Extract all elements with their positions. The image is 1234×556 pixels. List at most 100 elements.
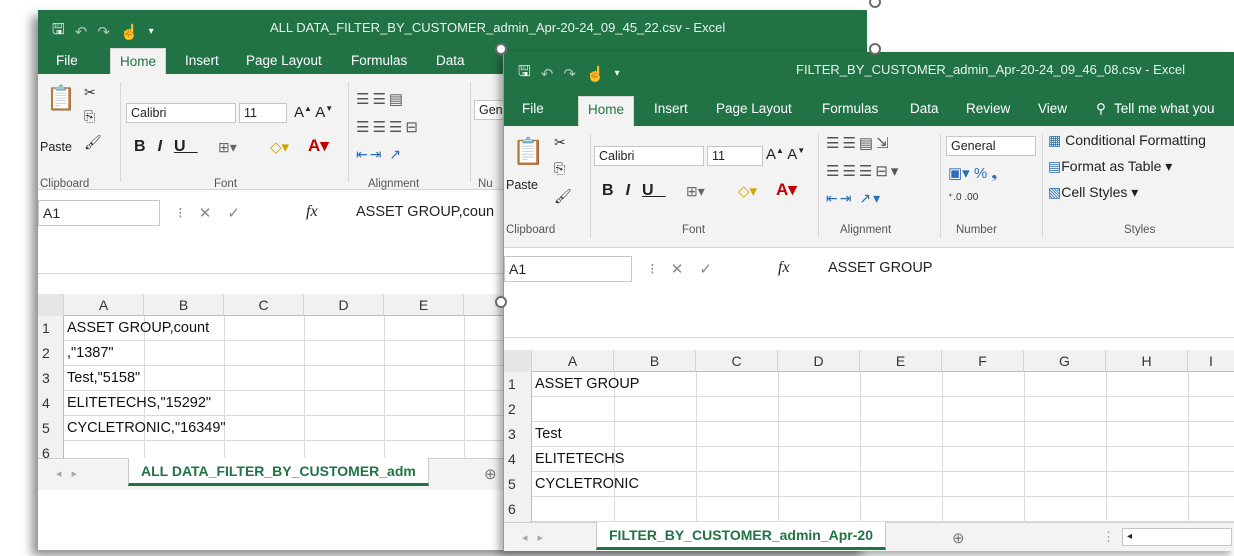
tell-me-icon[interactable]: ⚲ <box>1096 96 1106 122</box>
touch-mode-icon[interactable]: ☝ <box>586 65 605 83</box>
column-header-g[interactable]: G <box>1024 350 1106 372</box>
save-icon[interactable]: 🖫 <box>518 61 531 86</box>
align-top-icons[interactable]: ☰☰▤ <box>356 90 406 108</box>
tell-me-search[interactable]: Tell me what you <box>1114 96 1215 122</box>
undo-icon[interactable]: ↶ <box>541 65 554 83</box>
bold-italic-underline[interactable]: BIU <box>134 138 198 156</box>
tab-view[interactable]: View <box>1038 96 1067 122</box>
row-header[interactable]: 4 <box>504 447 532 472</box>
customize-qat-icon[interactable]: ▾ <box>149 26 154 37</box>
format-painter-icon[interactable]: 🖌 <box>84 134 102 151</box>
formula-content[interactable]: ASSET GROUP,coun <box>356 204 494 220</box>
cut-icon[interactable]: ✂ <box>554 134 566 151</box>
tab-page-layout[interactable]: Page Layout <box>716 96 792 122</box>
tab-insert[interactable]: Insert <box>185 48 219 74</box>
column-header-d[interactable]: D <box>778 350 860 372</box>
cell-a2[interactable]: ,"1387" <box>64 341 114 366</box>
align-top-icons[interactable]: ☰☰▤⇲ <box>826 134 892 152</box>
cell-a5[interactable]: CYCLETRONIC,"16349" <box>64 416 226 441</box>
column-header-d[interactable]: D <box>304 294 384 316</box>
paste-label[interactable]: Paste <box>40 140 72 154</box>
sheet-nav-arrows[interactable]: ◂▸ <box>56 467 87 480</box>
cell-styles-button[interactable]: ▧Cell Styles ▾ <box>1048 184 1138 201</box>
conditional-formatting-button[interactable]: ▦ Conditional Formatting <box>1048 132 1206 149</box>
fill-color-icon[interactable]: ◇▾ <box>738 182 757 200</box>
resize-handle[interactable] <box>869 43 881 55</box>
align-middle-icons[interactable]: ☰☰☰⊟ <box>356 118 421 136</box>
font-name-box[interactable]: Calibri <box>594 146 704 166</box>
tab-page-layout[interactable]: Page Layout <box>246 48 322 74</box>
name-box[interactable]: A1 <box>38 200 160 226</box>
sheet-nav-arrows[interactable]: ◂▸ <box>522 531 553 544</box>
column-header-c[interactable]: C <box>224 294 304 316</box>
tab-formulas[interactable]: Formulas <box>351 48 407 74</box>
tab-file[interactable]: File <box>56 48 78 74</box>
redo-icon[interactable]: ↷ <box>97 23 110 41</box>
column-header-f[interactable]: F <box>942 350 1024 372</box>
indent-icons[interactable]: ⇤⇥ ↗▾ <box>826 190 882 207</box>
borders-icon[interactable]: ⊞▾ <box>218 139 237 156</box>
column-header-c[interactable]: C <box>696 350 778 372</box>
bold-italic-underline[interactable]: BIU <box>602 182 666 200</box>
grow-font-icon[interactable]: A▲ A▼ <box>294 104 333 121</box>
tab-review[interactable]: Review <box>966 96 1010 122</box>
font-name-box[interactable]: Calibri <box>126 103 236 123</box>
row-header[interactable]: 1 <box>504 372 532 397</box>
borders-icon[interactable]: ⊞▾ <box>686 183 705 200</box>
cell-a4[interactable]: ELITETECHS,"15292" <box>64 391 211 416</box>
sheet-tab[interactable]: FILTER_BY_CUSTOMER_admin_Apr-20 <box>596 522 886 550</box>
resize-handle[interactable] <box>495 296 507 308</box>
cell-a1[interactable]: ASSET GROUP,count <box>64 316 209 341</box>
cell-a4[interactable]: ELITETECHS <box>532 447 624 472</box>
column-header-b[interactable]: B <box>614 350 696 372</box>
touch-mode-icon[interactable]: ☝ <box>120 23 139 41</box>
tab-data[interactable]: Data <box>910 96 939 122</box>
tab-file[interactable]: File <box>522 96 544 122</box>
tab-data[interactable]: Data <box>436 48 465 74</box>
row-header[interactable]: 3 <box>38 366 64 391</box>
insert-function-icon[interactable]: fx <box>306 203 318 221</box>
select-all-corner[interactable] <box>38 294 64 316</box>
cell-a6[interactable] <box>532 497 535 522</box>
formula-bar-buttons[interactable]: ⁝✕✓ <box>178 204 256 222</box>
copy-icon[interactable]: ⎘ <box>554 160 565 177</box>
add-sheet-icon[interactable]: ⊕ <box>952 529 965 547</box>
indent-icons[interactable]: ⇤⇥ ↗ <box>356 146 403 163</box>
number-format-box[interactable]: General <box>946 136 1036 156</box>
formula-bar-buttons[interactable]: ⁝✕✓ <box>650 260 728 278</box>
row-header[interactable]: 5 <box>38 416 64 441</box>
insert-function-icon[interactable]: fx <box>778 259 790 277</box>
cell-a2[interactable] <box>532 397 535 422</box>
undo-icon[interactable]: ↶ <box>75 23 88 41</box>
sheet-tab[interactable]: ALL DATA_FILTER_BY_CUSTOMER_adm <box>128 458 429 486</box>
resize-handle[interactable] <box>869 0 881 8</box>
tab-home[interactable]: Home <box>110 48 167 74</box>
column-header-h[interactable]: H <box>1106 350 1188 372</box>
column-header-e[interactable]: E <box>860 350 942 372</box>
horizontal-scrollbar[interactable]: ◂ <box>1122 528 1232 546</box>
cell-a3[interactable]: Test,"5158" <box>64 366 140 391</box>
copy-icon[interactable]: ⎘ <box>84 108 95 125</box>
row-header[interactable]: 4 <box>38 391 64 416</box>
format-painter-icon[interactable]: 🖌 <box>554 188 572 205</box>
scroll-split-handle[interactable]: ⋮ <box>1102 529 1115 545</box>
customize-qat-icon[interactable]: ▾ <box>615 68 620 79</box>
formula-content[interactable]: ASSET GROUP <box>828 260 932 276</box>
cell-a5[interactable]: CYCLETRONIC <box>532 472 639 497</box>
grow-font-icon[interactable]: A▲ A▼ <box>766 146 805 163</box>
decimal-buttons[interactable]: ⁺.0 .00 <box>948 192 978 203</box>
cell-a1[interactable]: ASSET GROUP <box>532 372 639 397</box>
align-middle-icons[interactable]: ☰☰☰⊟▾ <box>826 162 901 180</box>
format-as-table-button[interactable]: ▤Format as Table ▾ <box>1048 158 1172 175</box>
font-size-box[interactable]: 11 <box>707 146 763 166</box>
select-all-corner[interactable] <box>504 350 532 372</box>
cut-icon[interactable]: ✂ <box>84 84 96 101</box>
tab-home[interactable]: Home <box>578 96 635 126</box>
row-header[interactable]: 5 <box>504 472 532 497</box>
fill-color-icon[interactable]: ◇▾ <box>270 138 289 156</box>
tab-insert[interactable]: Insert <box>654 96 688 122</box>
paste-label[interactable]: Paste <box>506 178 538 192</box>
column-header-i[interactable]: I <box>1188 350 1234 372</box>
cell-a3[interactable]: Test <box>532 422 562 447</box>
font-size-box[interactable]: 11 <box>239 103 287 123</box>
